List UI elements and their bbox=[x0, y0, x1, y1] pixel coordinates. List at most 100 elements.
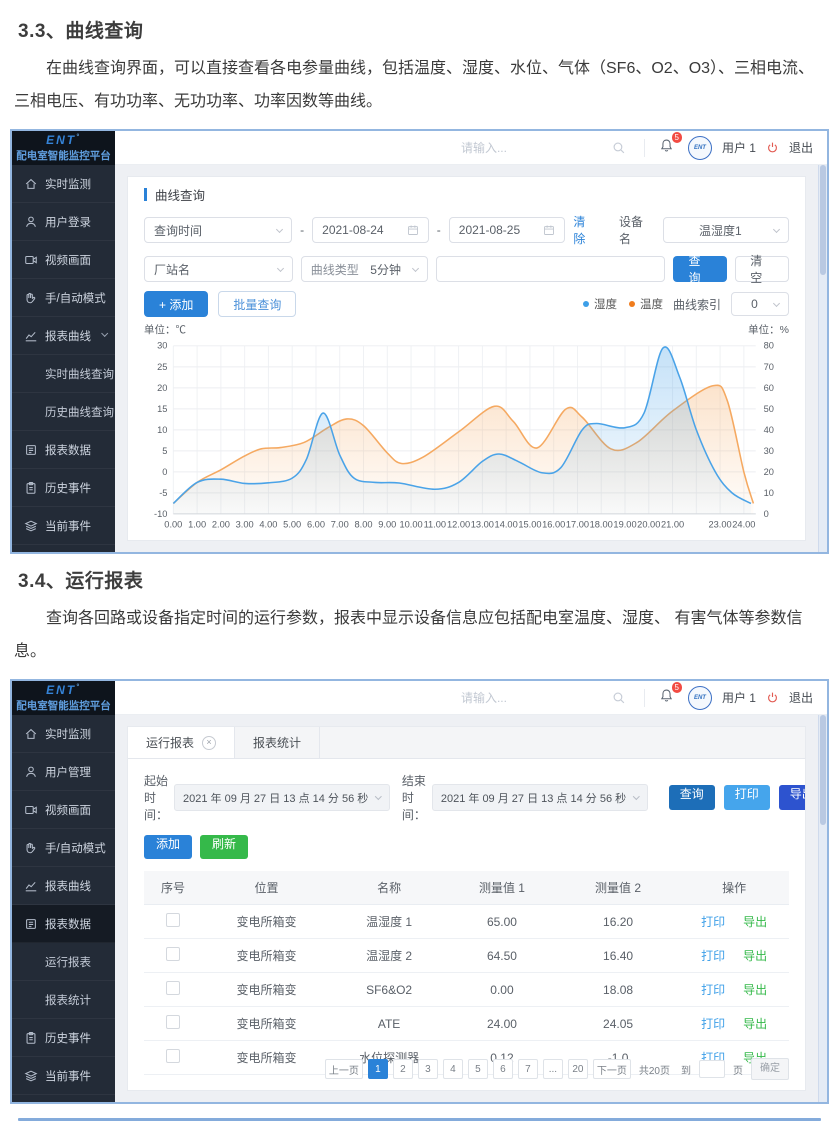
tab-close-icon[interactable] bbox=[202, 736, 216, 750]
clear-dates-link[interactable]: 清除 bbox=[573, 213, 597, 247]
global-search-input[interactable]: 请输入... bbox=[453, 136, 634, 159]
goto-confirm-button[interactable]: 确定 bbox=[751, 1058, 789, 1080]
sidebar-item[interactable]: 实时监测 bbox=[12, 165, 115, 203]
axis-tick-label: 40 bbox=[764, 425, 774, 435]
sidebar-item[interactable]: 报表数据 bbox=[12, 431, 115, 469]
sidebar-item[interactable]: 历史事件 bbox=[12, 469, 115, 507]
pagination-ellipsis[interactable]: ... bbox=[543, 1059, 563, 1079]
layers-icon bbox=[24, 519, 38, 533]
pagination-page[interactable]: 4 bbox=[443, 1059, 463, 1079]
sidebar-item[interactable]: 运行报表 bbox=[12, 943, 115, 981]
refresh-button[interactable]: 刷新 bbox=[200, 835, 248, 859]
row-export-link[interactable]: 导出 bbox=[743, 983, 767, 997]
goto-page-input[interactable] bbox=[699, 1060, 725, 1078]
avatar[interactable]: ENT bbox=[688, 136, 712, 160]
sidebar-item[interactable]: 视频画面 bbox=[12, 791, 115, 829]
axis-tick-label: 23.00 bbox=[709, 520, 732, 530]
pagination-prev[interactable]: 上一页 bbox=[325, 1059, 363, 1079]
row-checkbox[interactable] bbox=[166, 981, 180, 995]
sidebar-item[interactable]: 历史曲线查询 bbox=[12, 393, 115, 431]
sidebar-item[interactable]: 实时监测 bbox=[12, 715, 115, 753]
pagination-next[interactable]: 下一页 bbox=[593, 1059, 631, 1079]
axis-tick-label: 14.00 bbox=[495, 520, 518, 530]
action-button[interactable]: 打印 bbox=[724, 785, 770, 810]
device-select[interactable]: 温湿度1 bbox=[663, 217, 789, 243]
action-button[interactable]: 查询 bbox=[669, 785, 715, 810]
notification-badge: 5 bbox=[672, 132, 682, 143]
date-to-input[interactable]: 2021-08-25 bbox=[449, 217, 566, 243]
pagination-page[interactable]: 20 bbox=[568, 1059, 588, 1079]
logout-button[interactable]: 退出 bbox=[789, 689, 813, 706]
end-time-picker[interactable]: 2021 年 09 月 27 日 13 点 14 分 56 秒 bbox=[432, 784, 648, 811]
pagination-page[interactable]: 7 bbox=[518, 1059, 538, 1079]
scrollbar-thumb[interactable] bbox=[820, 715, 826, 825]
sidebar-item[interactable]: 报表曲线 bbox=[12, 317, 115, 355]
tab-inactive[interactable]: 报表统计 bbox=[235, 727, 320, 758]
legend-item[interactable]: 温度 bbox=[629, 296, 663, 312]
keyword-input[interactable] bbox=[436, 256, 666, 282]
batch-query-button[interactable]: 批量查询 bbox=[218, 291, 296, 317]
row-print-link[interactable]: 打印 bbox=[701, 983, 725, 997]
legend-item[interactable]: 湿度 bbox=[583, 296, 617, 312]
row-checkbox[interactable] bbox=[166, 947, 180, 961]
scrollbar[interactable] bbox=[818, 715, 827, 1102]
scrollbar-thumb[interactable] bbox=[820, 165, 826, 275]
pagination-page[interactable]: 6 bbox=[493, 1059, 513, 1079]
legend-dot bbox=[629, 301, 635, 307]
app-logo: ENT 配电室智能监控平台 bbox=[12, 131, 115, 165]
sidebar-item[interactable]: 当前事件 bbox=[12, 1057, 115, 1095]
row-checkbox[interactable] bbox=[166, 913, 180, 927]
sidebar-item[interactable]: 报表数据 bbox=[12, 905, 115, 943]
sidebar-item[interactable]: 报表统计 bbox=[12, 981, 115, 1019]
pagination-page[interactable]: 3 bbox=[418, 1059, 438, 1079]
platform-title: 配电室智能监控平台 bbox=[16, 698, 111, 713]
action-button[interactable]: 导出 bbox=[779, 785, 806, 810]
row-print-link[interactable]: 打印 bbox=[701, 915, 725, 929]
date-from-input[interactable]: 2021-08-24 bbox=[312, 217, 429, 243]
chevron-down-icon bbox=[375, 793, 381, 799]
axis-tick-label: 10 bbox=[764, 488, 774, 498]
global-search-input[interactable]: 请输入... bbox=[453, 686, 634, 709]
station-select[interactable]: 厂站名 bbox=[144, 256, 293, 282]
sidebar-item[interactable]: 用户管理 bbox=[12, 753, 115, 791]
query-time-select[interactable]: 查询时间 bbox=[144, 217, 292, 243]
sidebar-item[interactable]: 报表曲线 bbox=[12, 867, 115, 905]
row-export-link[interactable]: 导出 bbox=[743, 915, 767, 929]
row-checkbox[interactable] bbox=[166, 1049, 180, 1063]
curve-index-select[interactable]: 0 bbox=[731, 292, 789, 316]
sidebar-item[interactable]: 实时曲线查询 bbox=[12, 355, 115, 393]
chevron-down-icon bbox=[101, 330, 109, 338]
pagination-page[interactable]: 1 bbox=[368, 1059, 388, 1079]
notification-bell[interactable]: 5 bbox=[659, 138, 674, 158]
sidebar-item-label: 视频画面 bbox=[45, 252, 91, 268]
start-time-picker[interactable]: 2021 年 09 月 27 日 13 点 14 分 56 秒 bbox=[174, 784, 390, 811]
query-button[interactable]: 查询 bbox=[673, 256, 727, 282]
add-button[interactable]: + 添加 bbox=[144, 291, 208, 317]
notification-bell[interactable]: 5 bbox=[659, 688, 674, 708]
clear-button[interactable]: 清空 bbox=[735, 256, 789, 282]
row-export-link[interactable]: 导出 bbox=[743, 949, 767, 963]
sidebar-item[interactable]: 视频画面 bbox=[12, 241, 115, 279]
scrollbar[interactable] bbox=[818, 165, 827, 552]
sidebar-item[interactable]: 手/自动模式 bbox=[12, 279, 115, 317]
sidebar-item[interactable]: 历史事件 bbox=[12, 1019, 115, 1057]
add-row-button[interactable]: 添加 bbox=[144, 835, 192, 859]
tab-active[interactable]: 运行报表 bbox=[128, 727, 235, 758]
app-header: ENT 配电室智能监控平台 请输入... 5 ENT 用户 1 退出 bbox=[12, 681, 827, 715]
logout-button[interactable]: 退出 bbox=[789, 139, 813, 156]
avatar[interactable]: ENT bbox=[688, 686, 712, 710]
curve-type-select[interactable]: 曲线类型5分钟 bbox=[301, 256, 428, 282]
row-checkbox[interactable] bbox=[166, 1015, 180, 1029]
pagination-page[interactable]: 5 bbox=[468, 1059, 488, 1079]
curve-chart: 302520151050-5-10807060504030201000.001.… bbox=[144, 338, 789, 541]
home-icon bbox=[24, 177, 38, 191]
axis-tick-label: 20 bbox=[157, 383, 167, 393]
table-cell: 24.05 bbox=[557, 1007, 680, 1041]
sidebar-item[interactable]: 手/自动模式 bbox=[12, 829, 115, 867]
pagination-page[interactable]: 2 bbox=[393, 1059, 413, 1079]
sidebar-item[interactable]: 用户登录 bbox=[12, 203, 115, 241]
row-print-link[interactable]: 打印 bbox=[701, 949, 725, 963]
row-print-link[interactable]: 打印 bbox=[701, 1017, 725, 1031]
row-export-link[interactable]: 导出 bbox=[743, 1017, 767, 1031]
sidebar-item[interactable]: 当前事件 bbox=[12, 507, 115, 545]
